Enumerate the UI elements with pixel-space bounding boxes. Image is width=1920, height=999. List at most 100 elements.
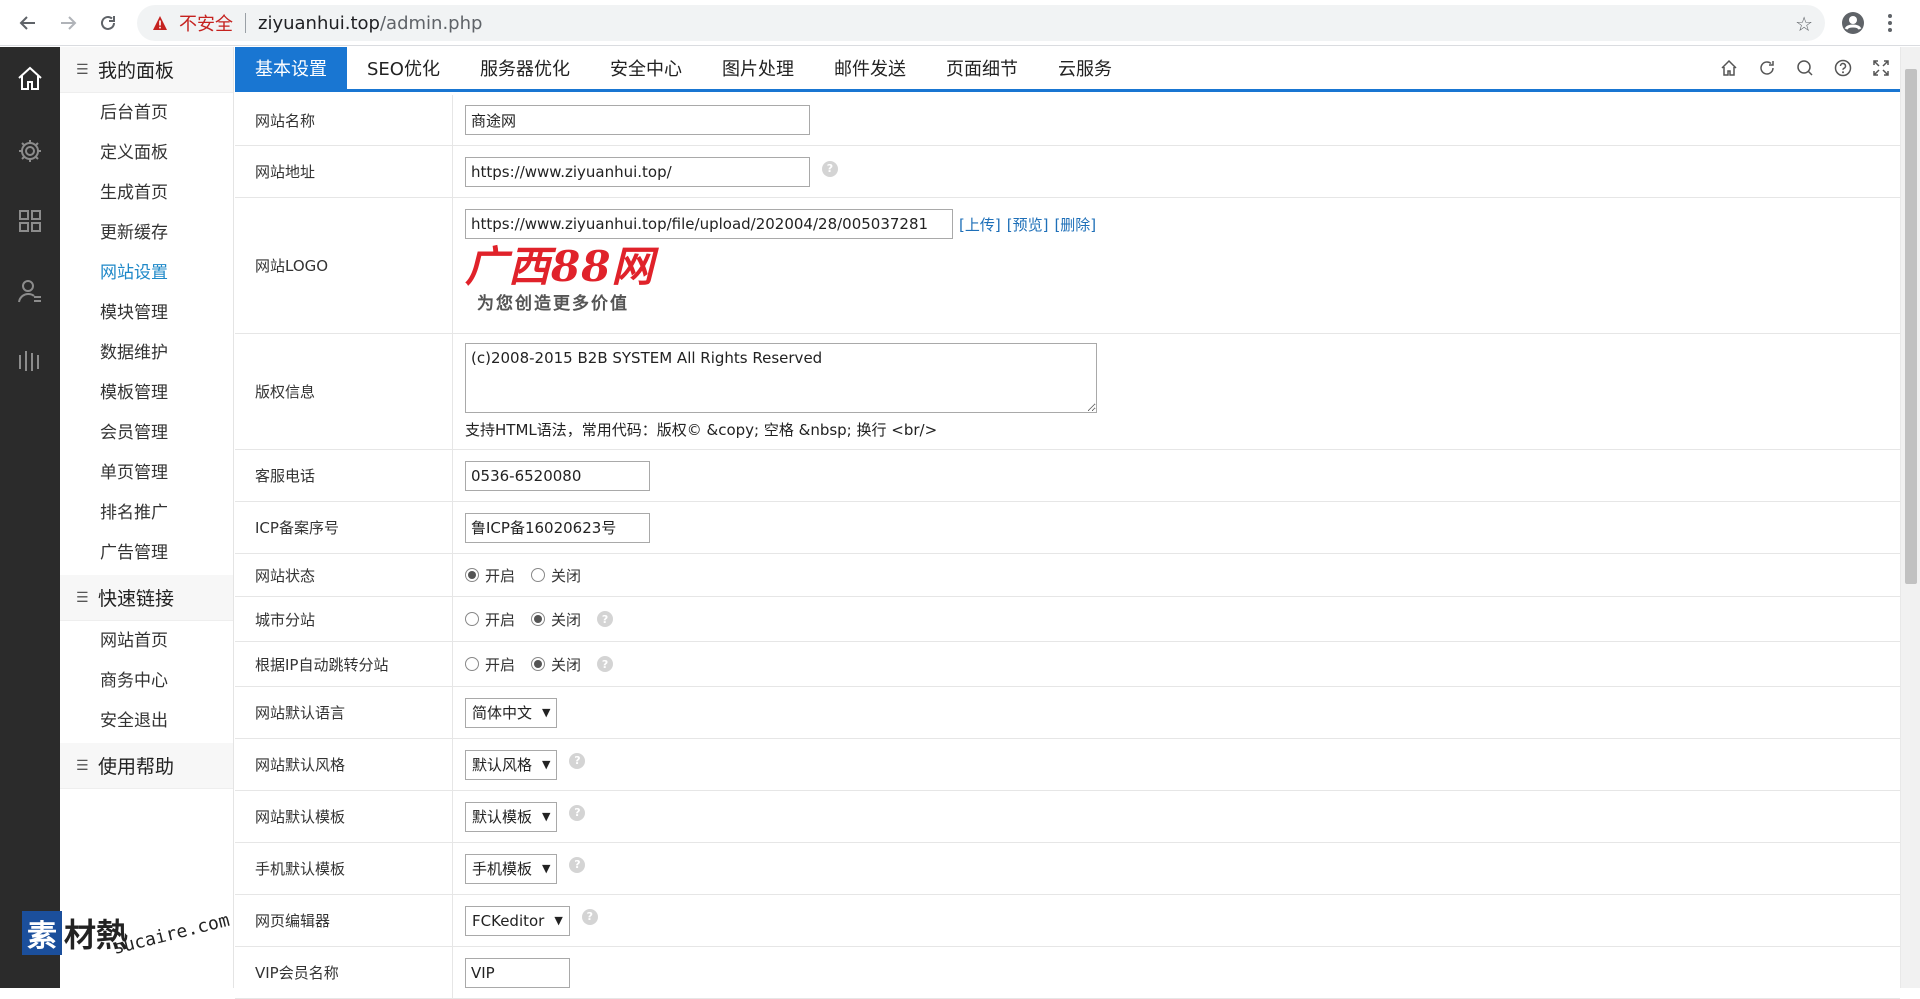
language-select[interactable]: 简体中文 ▼ bbox=[465, 697, 558, 728]
field-label: 版权信息 bbox=[235, 334, 453, 449]
logo-url-input[interactable]: https://www.ziyuanhui.top/file/upload/20… bbox=[465, 209, 953, 239]
tab-seo[interactable]: SEO优化 bbox=[347, 47, 460, 89]
sidebar-item-admin-home[interactable]: 后台首页 bbox=[60, 93, 233, 133]
help-icon[interactable]: ? bbox=[569, 752, 586, 769]
list-icon: ☰ bbox=[76, 589, 89, 606]
sidebar-item-data-maintenance[interactable]: 数据维护 bbox=[60, 333, 233, 373]
city-on-option[interactable]: 开启 bbox=[465, 609, 515, 630]
security-status[interactable]: 不安全 bbox=[179, 10, 233, 36]
watermark-mark: 素 bbox=[22, 911, 62, 955]
sidebar-group-help[interactable]: ☰ 使用帮助 bbox=[60, 743, 233, 789]
help-icon[interactable]: ? bbox=[569, 804, 586, 821]
city-off-option[interactable]: 关闭 bbox=[531, 609, 581, 630]
help-icon[interactable]: ? bbox=[581, 908, 598, 925]
mobile-template-select[interactable]: 手机模板 ▼ bbox=[465, 853, 558, 884]
status-on-option[interactable]: 开启 bbox=[465, 565, 515, 586]
radio-label: 开启 bbox=[485, 655, 516, 674]
radio-button[interactable] bbox=[465, 612, 479, 626]
tab-image[interactable]: 图片处理 bbox=[702, 47, 814, 89]
sidebar-item-pages[interactable]: 单页管理 bbox=[60, 453, 233, 493]
help-icon[interactable]: ? bbox=[597, 611, 614, 627]
back-button[interactable] bbox=[14, 9, 42, 37]
help-icon[interactable] bbox=[1832, 57, 1854, 79]
bars-icon[interactable] bbox=[14, 345, 46, 377]
style-select[interactable]: 默认风格 ▼ bbox=[465, 749, 558, 780]
list-icon: ☰ bbox=[76, 61, 89, 78]
refresh-icon[interactable] bbox=[1756, 57, 1778, 79]
radio-button[interactable] bbox=[531, 612, 546, 626]
sidebar-item-update-cache[interactable]: 更新缓存 bbox=[60, 213, 233, 253]
phone-input[interactable]: 0536-6520080 bbox=[465, 460, 650, 491]
browser-toolbar: 不安全 ziyuanhui.top/admin.php ☆ bbox=[0, 0, 1920, 46]
tab-basic-settings[interactable]: 基本设置 bbox=[235, 47, 347, 89]
sidebar-group-my-panel[interactable]: ☰ 我的面板 bbox=[60, 47, 233, 93]
form-row-style: 网站默认风格 默认风格 ▼? bbox=[235, 739, 1900, 791]
sidebar-item-logout[interactable]: 安全退出 bbox=[60, 701, 233, 741]
gear-icon[interactable] bbox=[14, 135, 46, 167]
sidebar-item-modules[interactable]: 模块管理 bbox=[60, 293, 233, 333]
preview-link[interactable]: [预览] bbox=[1007, 214, 1049, 235]
sidebar-item-business-center[interactable]: 商务中心 bbox=[60, 661, 233, 701]
copyright-hint: 支持HTML语法，常用代码：版权© &copy; 空格 &nbsp; 换行 <b… bbox=[465, 421, 938, 439]
sidebar-group-quick-links[interactable]: ☰ 快速链接 bbox=[60, 575, 233, 621]
radio-button[interactable] bbox=[465, 568, 479, 582]
search-icon[interactable] bbox=[1794, 57, 1816, 79]
forward-button[interactable] bbox=[54, 9, 82, 37]
copyright-textarea[interactable]: (c)2008-2015 B2B SYSTEM All Rights Reser… bbox=[465, 343, 1097, 413]
help-icon[interactable]: ? bbox=[822, 160, 838, 177]
site-name-input[interactable]: 商途网 bbox=[465, 105, 810, 135]
scrollbar-thumb[interactable] bbox=[1905, 69, 1917, 584]
sidebar-item-ads[interactable]: 广告管理 bbox=[60, 533, 233, 573]
form-row-editor: 网页编辑器 FCKeditor ▼? bbox=[235, 895, 1900, 947]
ip-on-option[interactable]: 开启 bbox=[465, 654, 515, 675]
delete-link[interactable]: [删除] bbox=[1054, 214, 1096, 235]
icp-input[interactable]: 鲁ICP备16020623号 bbox=[465, 512, 650, 543]
ip-off-option[interactable]: 关闭 bbox=[531, 654, 581, 675]
select-value: 简体中文 bbox=[472, 704, 533, 722]
star-icon[interactable]: ☆ bbox=[1795, 12, 1813, 36]
radio-button[interactable] bbox=[531, 568, 546, 582]
help-icon[interactable]: ? bbox=[569, 856, 586, 873]
tab-page-detail[interactable]: 页面细节 bbox=[926, 47, 1038, 89]
tab-security[interactable]: 安全中心 bbox=[590, 47, 702, 89]
address-bar[interactable]: 不安全 ziyuanhui.top/admin.php ☆ bbox=[137, 5, 1825, 41]
status-off-option[interactable]: 关闭 bbox=[531, 565, 581, 586]
help-icon[interactable]: ? bbox=[597, 656, 614, 672]
editor-select[interactable]: FCKeditor ▼ bbox=[465, 905, 570, 936]
warning-icon bbox=[151, 14, 169, 32]
tab-cloud[interactable]: 云服务 bbox=[1038, 47, 1132, 89]
select-value: 默认模板 bbox=[472, 808, 533, 826]
reload-button[interactable] bbox=[94, 9, 122, 37]
watermark-logo: 素 材熱 bbox=[22, 910, 128, 956]
sidebar-item-ranking[interactable]: 排名推广 bbox=[60, 493, 233, 533]
form-row-city-sub: 城市分站 开启 关闭 ? bbox=[235, 597, 1900, 642]
template-select[interactable]: 默认模板 ▼ bbox=[465, 801, 558, 832]
browser-menu-button[interactable] bbox=[1880, 9, 1900, 37]
form-row-copyright: 版权信息 (c)2008-2015 B2B SYSTEM All Rights … bbox=[235, 334, 1900, 450]
select-value: 默认风格 bbox=[472, 756, 533, 774]
vip-name-input[interactable]: VIP bbox=[465, 957, 570, 988]
tab-server[interactable]: 服务器优化 bbox=[460, 47, 590, 89]
upload-link[interactable]: [上传] bbox=[959, 214, 1001, 235]
tab-mail[interactable]: 邮件发送 bbox=[814, 47, 926, 89]
form-row-site-name: 网站名称 商途网 bbox=[235, 95, 1900, 146]
sidebar-item-generate-home[interactable]: 生成首页 bbox=[60, 173, 233, 213]
grid-icon[interactable] bbox=[14, 205, 46, 237]
logo-subtitle: 为您创造更多价值 bbox=[477, 294, 629, 314]
user-icon[interactable] bbox=[14, 275, 46, 307]
chevron-down-icon: ▼ bbox=[542, 862, 551, 875]
radio-button[interactable] bbox=[465, 657, 479, 671]
sidebar-item-members[interactable]: 会员管理 bbox=[60, 413, 233, 453]
select-value: FCKeditor bbox=[472, 911, 545, 930]
account-button[interactable] bbox=[1839, 9, 1867, 37]
sidebar-item-templates[interactable]: 模板管理 bbox=[60, 373, 233, 413]
sidebar-item-site-settings[interactable]: 网站设置 bbox=[60, 253, 233, 293]
radio-button[interactable] bbox=[531, 657, 546, 671]
fullscreen-icon[interactable] bbox=[1870, 57, 1892, 79]
site-url-input[interactable]: https://www.ziyuanhui.top/ bbox=[465, 156, 810, 187]
vertical-scrollbar[interactable] bbox=[1900, 47, 1920, 988]
home-icon[interactable] bbox=[1718, 57, 1740, 79]
sidebar-item-custom-panel[interactable]: 定义面板 bbox=[60, 133, 233, 173]
home-icon[interactable] bbox=[14, 63, 46, 95]
sidebar-item-site-home[interactable]: 网站首页 bbox=[60, 621, 233, 661]
